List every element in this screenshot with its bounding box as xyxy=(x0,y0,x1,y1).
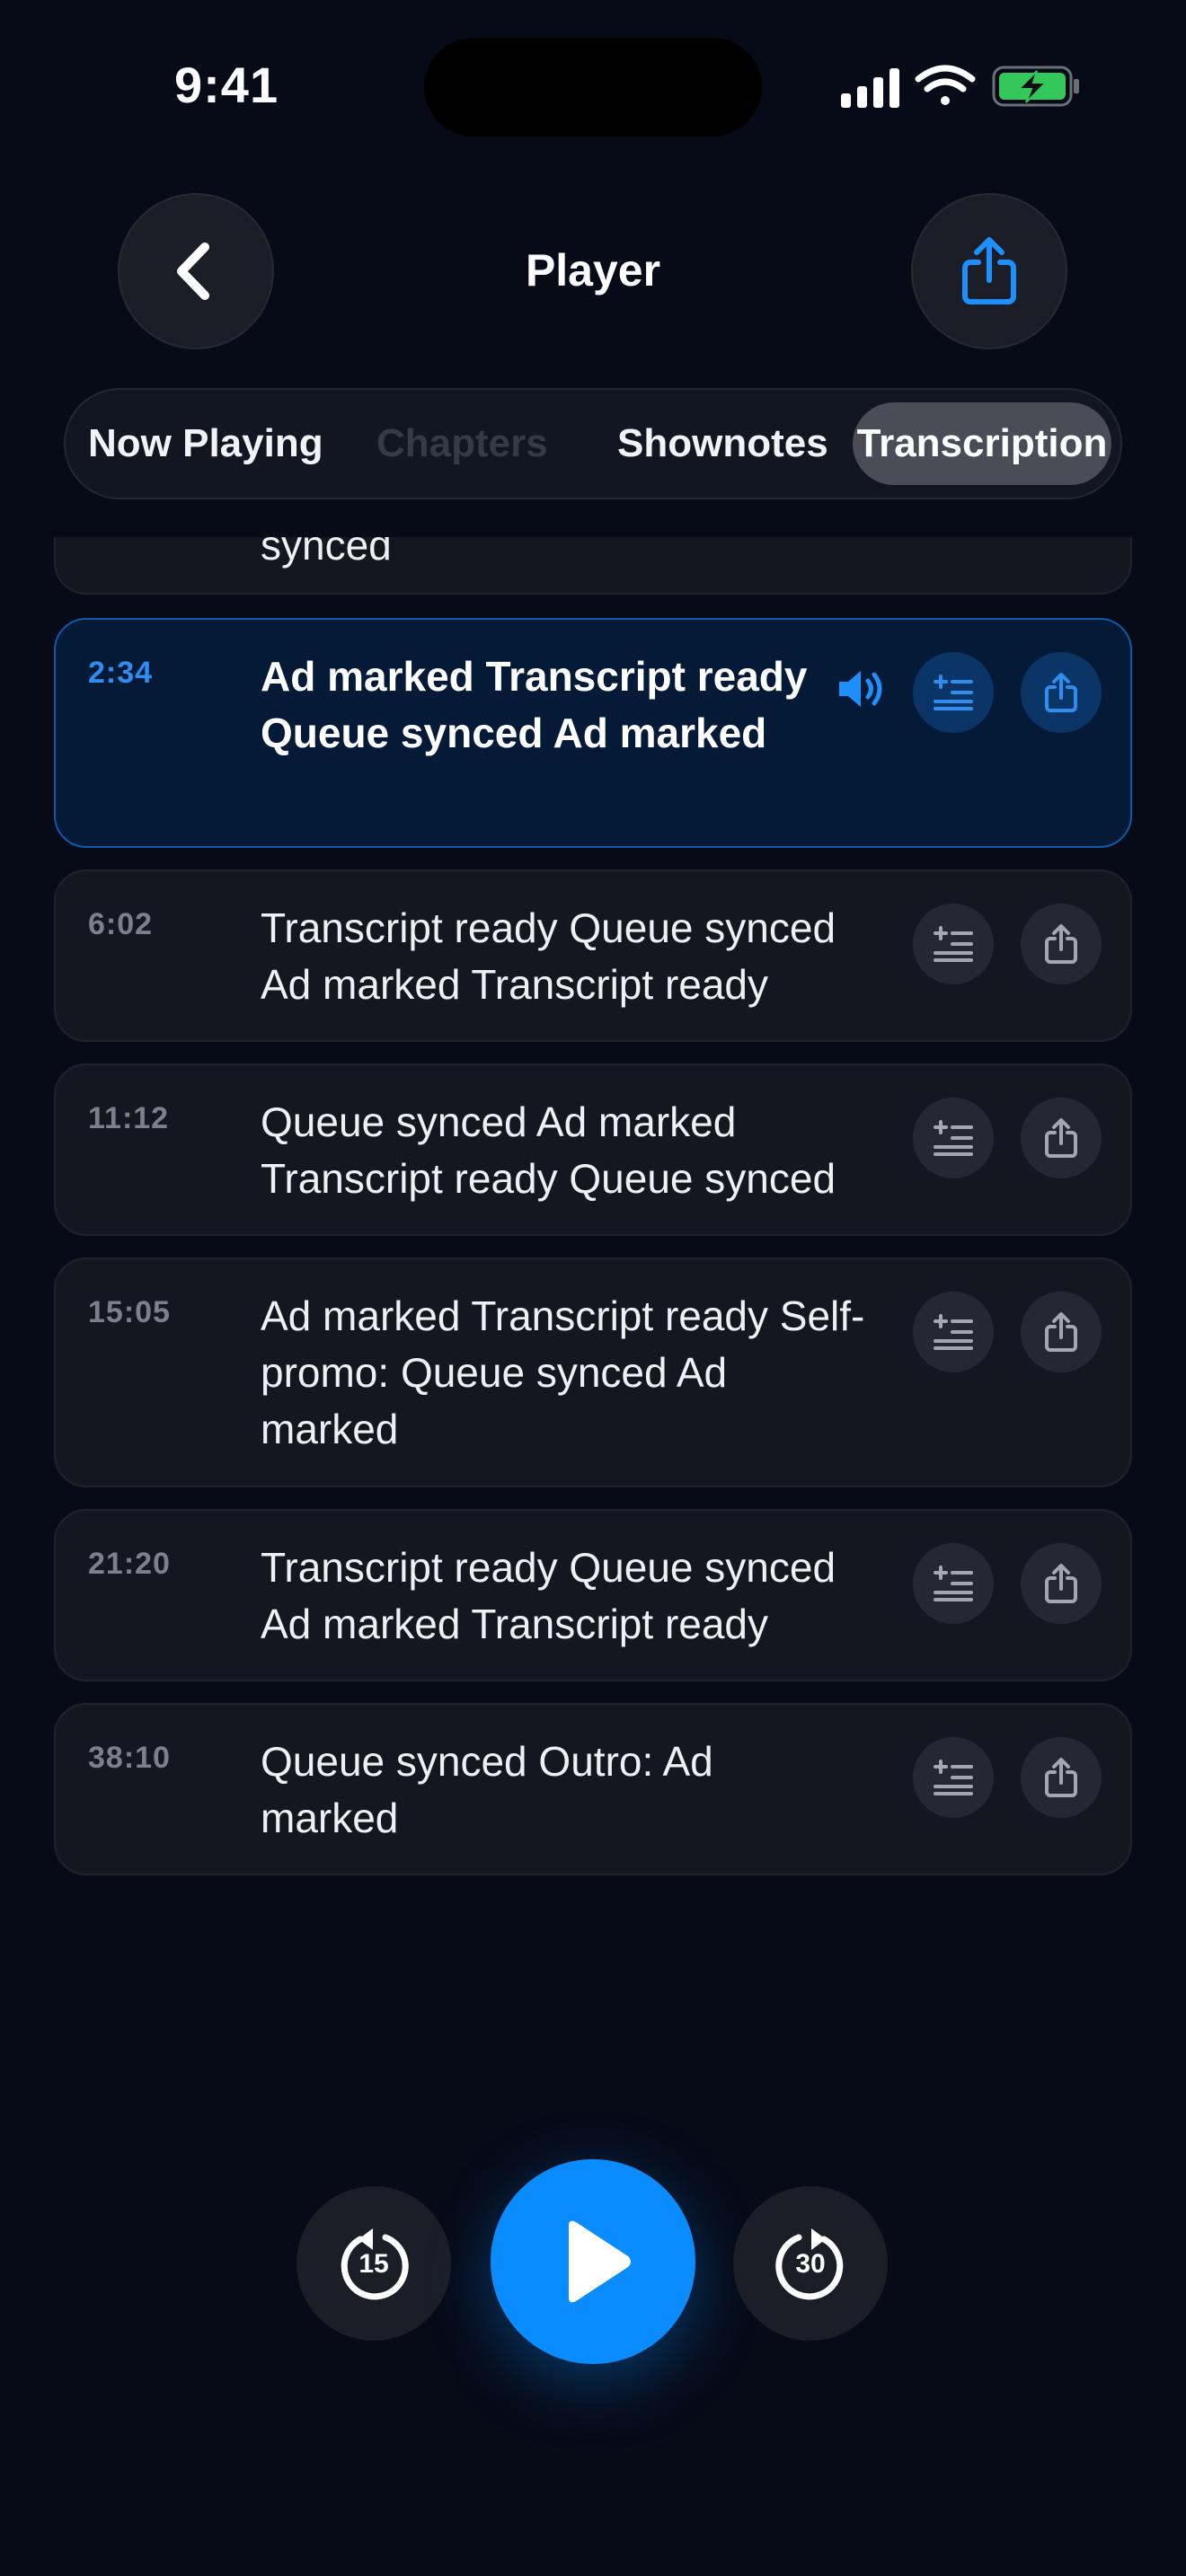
transcript-item[interactable]: 21:20 Transcript ready Queue synced Ad m… xyxy=(54,1509,1132,1681)
play-button[interactable] xyxy=(491,2159,695,2364)
add-to-queue-icon xyxy=(934,675,973,710)
tab-chapters: Chapters xyxy=(376,421,548,465)
share-icon xyxy=(962,237,1016,304)
timestamp: 2:34 xyxy=(88,656,154,690)
transcript-list: synced 2:34 Ad marked Transcript ready Q… xyxy=(0,537,1186,1920)
skip-forward-button[interactable]: 30 xyxy=(733,2186,888,2341)
battery-icon xyxy=(992,66,1079,107)
transcript-item-partial[interactable]: synced xyxy=(54,537,1132,595)
speaker-icon xyxy=(839,671,882,707)
transcript-text: synced xyxy=(261,537,392,569)
dynamic-island xyxy=(424,38,762,137)
share-icon xyxy=(1045,924,1077,964)
share-quote-button[interactable] xyxy=(1021,1737,1102,1818)
timestamp: 6:02 xyxy=(88,907,154,941)
add-to-queue-button[interactable] xyxy=(913,904,994,984)
cellular-signal-icon xyxy=(841,68,899,108)
add-to-queue-icon xyxy=(934,1314,973,1350)
transcript-text: Ad marked Transcript ready Queue synced … xyxy=(261,653,808,756)
timestamp: 11:12 xyxy=(88,1101,170,1135)
share-quote-button[interactable] xyxy=(1021,1098,1102,1178)
timestamp: 38:10 xyxy=(88,1741,171,1775)
timestamp: 21:20 xyxy=(88,1547,171,1581)
share-quote-button[interactable] xyxy=(1021,904,1102,984)
transcript-text: Transcript ready Queue synced Ad marked … xyxy=(261,904,836,1008)
add-to-queue-button[interactable] xyxy=(913,1292,994,1372)
add-to-queue-button[interactable] xyxy=(913,1737,994,1818)
transcript-item[interactable]: 38:10 Queue synced Outro: Ad marked xyxy=(54,1703,1132,1875)
share-icon xyxy=(1045,673,1077,712)
status-time: 9:41 xyxy=(174,57,279,113)
player-screen: 9:41 Player Now Playing Chapters Shownot… xyxy=(0,0,1186,2576)
transcript-item[interactable]: 15:05 Ad marked Transcript ready Self-pr… xyxy=(54,1257,1132,1487)
status-icons xyxy=(841,65,1079,108)
add-to-queue-button[interactable] xyxy=(913,1098,994,1178)
transcript-item[interactable]: 6:02 Transcript ready Queue synced Ad ma… xyxy=(54,869,1132,1042)
skip-back-label: 15 xyxy=(358,2249,389,2279)
transcript-text: Ad marked Transcript ready Self-promo: Q… xyxy=(261,1292,865,1452)
share-quote-button[interactable] xyxy=(1021,1292,1102,1372)
share-icon xyxy=(1045,1564,1077,1603)
share-icon xyxy=(1045,1758,1077,1797)
segmented-tabs: Now Playing Chapters Shownotes Transcrip… xyxy=(64,388,1122,499)
add-to-queue-icon xyxy=(934,1120,973,1156)
share-icon xyxy=(1045,1312,1077,1352)
transcript-item[interactable]: 11:12 Queue synced Ad marked Transcript … xyxy=(54,1063,1132,1236)
play-icon xyxy=(569,2220,631,2303)
share-quote-button[interactable] xyxy=(1021,652,1102,733)
transcript-text: Queue synced Outro: Ad marked xyxy=(261,1738,713,1841)
transcript-text: Transcript ready Queue synced Ad marked … xyxy=(261,1544,836,1647)
skip-forward-label: 30 xyxy=(795,2249,826,2279)
add-to-queue-button[interactable] xyxy=(913,652,994,733)
share-quote-button[interactable] xyxy=(1021,1543,1102,1624)
skip-back-button[interactable]: 15 xyxy=(296,2186,451,2341)
transcript-item-active[interactable]: 2:34 Ad marked Transcript ready Queue sy… xyxy=(54,618,1132,848)
tab-now-playing[interactable]: Now Playing xyxy=(88,402,323,485)
add-to-queue-icon xyxy=(934,1760,973,1795)
timestamp: 15:05 xyxy=(88,1295,171,1329)
share-button[interactable] xyxy=(911,193,1067,349)
share-icon xyxy=(1045,1118,1077,1158)
tab-transcription[interactable]: Transcription xyxy=(853,402,1111,485)
add-to-queue-icon xyxy=(934,926,973,962)
transcript-text: Queue synced Ad marked Transcript ready … xyxy=(261,1098,836,1202)
tab-shownotes[interactable]: Shownotes xyxy=(617,402,828,485)
add-to-queue-icon xyxy=(934,1566,973,1601)
wifi-icon xyxy=(915,65,976,105)
add-to-queue-button[interactable] xyxy=(913,1543,994,1624)
